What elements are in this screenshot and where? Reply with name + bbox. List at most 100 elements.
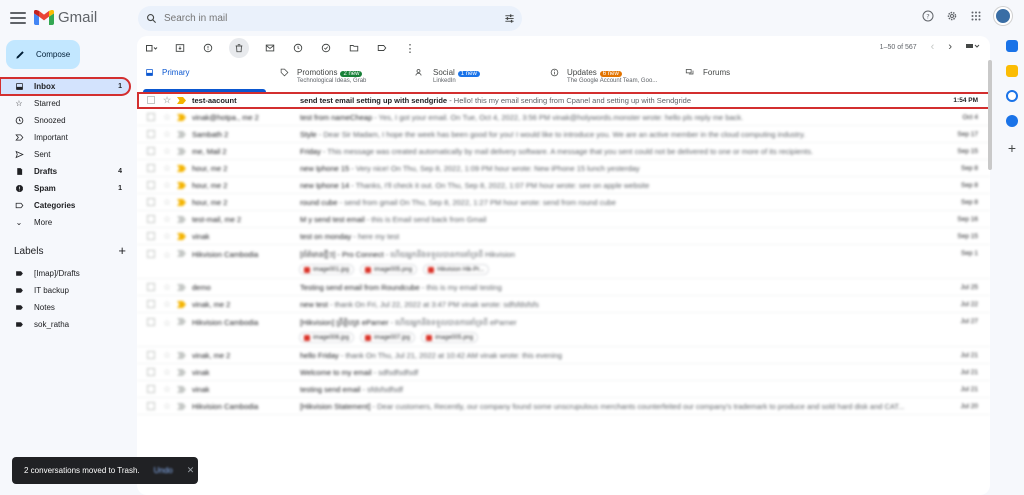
label-item[interactable]: IT backup xyxy=(0,282,130,299)
star-icon[interactable]: ☆ xyxy=(163,384,172,395)
important-marker-icon[interactable] xyxy=(177,130,186,138)
row-checkbox[interactable] xyxy=(147,181,155,189)
delete-trash-icon[interactable] xyxy=(229,38,249,58)
add-task-icon[interactable] xyxy=(319,41,333,55)
newer-page-icon[interactable]: ‹ xyxy=(931,41,935,53)
sidebar-item-sent[interactable]: Sent xyxy=(0,146,130,163)
email-row[interactable]: ☆ vinak, me 2 hello Friday - thank On Thu,… xyxy=(137,347,990,364)
email-row[interactable]: ☆ Hikvision Cambodia [ព័ត៌មានថ្មីៗ] - Pro … xyxy=(137,245,990,279)
star-icon[interactable]: ☆ xyxy=(163,299,172,310)
compose-button[interactable]: Compose xyxy=(6,40,80,69)
important-marker-icon[interactable] xyxy=(177,351,186,359)
snooze-clock-icon[interactable] xyxy=(291,41,305,55)
star-icon[interactable]: ☆ xyxy=(163,401,172,412)
attachment-chip[interactable]: image007.jpg xyxy=(360,332,416,343)
sidebar-item-spam[interactable]: Spam 1 xyxy=(0,180,130,197)
attachment-chip[interactable]: image006.jpg xyxy=(299,332,355,343)
star-icon[interactable]: ☆ xyxy=(163,129,172,140)
important-marker-icon[interactable] xyxy=(177,232,186,240)
important-marker-icon[interactable] xyxy=(177,198,186,206)
star-icon[interactable]: ☆ xyxy=(163,180,172,191)
star-icon[interactable]: ☆ xyxy=(163,146,172,157)
tab-primary[interactable]: Primary xyxy=(137,62,272,92)
input-tools-icon[interactable] xyxy=(966,42,980,52)
star-icon[interactable]: ☆ xyxy=(163,282,172,293)
more-vert-icon[interactable]: ⋮ xyxy=(403,41,417,55)
row-checkbox[interactable] xyxy=(147,368,155,376)
label-as-icon[interactable] xyxy=(375,41,389,55)
email-row[interactable]: ☆ vinak test on monday - here my test Sep 1… xyxy=(137,228,990,245)
row-checkbox[interactable] xyxy=(147,300,155,308)
row-checkbox[interactable] xyxy=(147,147,155,155)
label-item[interactable]: [Imap]/Drafts xyxy=(0,265,130,282)
attachment-chip[interactable]: image005.png xyxy=(421,332,479,343)
tab-promotions[interactable]: Promotions 2 new Technological Ideas, Grab xyxy=(272,62,407,92)
search-bar[interactable] xyxy=(138,6,522,31)
attachment-chip[interactable]: Hikvision Hik-Pr... xyxy=(423,264,490,275)
archive-icon[interactable] xyxy=(173,41,187,55)
email-row[interactable]: ☆ test-mail, me 2 M y send test email - th… xyxy=(137,211,990,228)
search-icon[interactable] xyxy=(138,13,164,24)
email-row[interactable]: ☆ Hikvision Cambodia [Hikvision Statement]… xyxy=(137,398,990,415)
important-marker-icon[interactable] xyxy=(177,300,186,308)
important-marker-icon[interactable] xyxy=(177,318,186,325)
sidebar-item-snoozed[interactable]: Snoozed xyxy=(0,112,130,129)
row-checkbox[interactable] xyxy=(147,283,155,291)
row-checkbox[interactable] xyxy=(147,113,155,121)
star-icon[interactable]: ☆ xyxy=(163,112,172,123)
important-marker-icon[interactable] xyxy=(177,250,186,257)
star-icon[interactable]: ☆ xyxy=(163,318,172,329)
main-menu-icon[interactable] xyxy=(10,10,26,26)
email-row[interactable]: ☆ hour, me 2 new Iphone 14 - Thanks, I'll … xyxy=(137,177,990,194)
report-spam-icon[interactable] xyxy=(201,41,215,55)
attachment-chip[interactable]: image005.png xyxy=(360,264,418,275)
email-row[interactable]: ☆ hour, me 2 round cube - send from gmail … xyxy=(137,194,990,211)
important-marker-icon[interactable] xyxy=(177,402,186,410)
email-row[interactable]: ☆ Sambath 2 Style - Dear Sir Madam, I hope… xyxy=(137,126,990,143)
important-marker-icon[interactable] xyxy=(177,164,186,172)
contacts-icon[interactable] xyxy=(1006,115,1018,127)
star-icon[interactable]: ☆ xyxy=(163,367,172,378)
older-page-icon[interactable]: › xyxy=(948,41,952,53)
important-marker-icon[interactable] xyxy=(177,385,186,393)
tasks-icon[interactable] xyxy=(1006,90,1018,102)
important-marker-icon[interactable] xyxy=(177,283,186,291)
tab-forums[interactable]: Forums xyxy=(677,62,812,92)
email-row[interactable]: ☆ test-aacount send test email setting up … xyxy=(137,92,990,109)
row-checkbox[interactable] xyxy=(147,318,155,326)
star-icon[interactable]: ☆ xyxy=(163,214,172,225)
close-icon[interactable]: ✕ xyxy=(187,465,195,476)
sidebar-item-important[interactable]: Important xyxy=(0,129,130,146)
attachment-chip[interactable]: image001.jpg xyxy=(299,264,355,275)
important-marker-icon[interactable] xyxy=(177,368,186,376)
email-row[interactable]: ☆ vinak@hotpa., me 2 test from nameCheap -… xyxy=(137,109,990,126)
add-addon-icon[interactable]: + xyxy=(1000,140,1024,156)
apps-grid-icon[interactable] xyxy=(970,10,982,22)
email-row[interactable]: ☆ hour, me 2 new Iphone 15 - Very nice! On… xyxy=(137,160,990,177)
undo-button[interactable]: Undo xyxy=(154,466,173,475)
star-icon[interactable]: ☆ xyxy=(163,250,172,261)
email-row[interactable]: ☆ vinak Welcome to my email - sdfsdfsdfsdf… xyxy=(137,364,990,381)
important-marker-icon[interactable] xyxy=(177,215,186,223)
star-icon[interactable]: ☆ xyxy=(163,197,172,208)
row-checkbox[interactable] xyxy=(147,385,155,393)
sidebar-item-categories[interactable]: Categories xyxy=(0,197,130,214)
row-checkbox[interactable] xyxy=(147,198,155,206)
star-icon[interactable]: ☆ xyxy=(163,231,172,242)
sidebar-item-starred[interactable]: ☆ Starred xyxy=(0,95,130,112)
email-row[interactable]: ☆ vinak testing send email - sfdsfsdfsdf Ju… xyxy=(137,381,990,398)
keep-icon[interactable] xyxy=(1006,65,1018,77)
row-checkbox[interactable] xyxy=(147,351,155,359)
row-checkbox[interactable] xyxy=(147,164,155,172)
important-marker-icon[interactable] xyxy=(177,96,186,104)
calendar-icon[interactable] xyxy=(1006,40,1018,52)
scrollbar[interactable] xyxy=(988,60,992,170)
row-checkbox[interactable] xyxy=(147,215,155,223)
important-marker-icon[interactable] xyxy=(177,181,186,189)
star-icon[interactable]: ☆ xyxy=(163,350,172,361)
email-row[interactable]: ☆ Hikvision Cambodia [Hikvision] ព្រឹត្តិប… xyxy=(137,313,990,347)
row-checkbox[interactable] xyxy=(147,402,155,410)
help-icon[interactable]: ? xyxy=(922,10,934,22)
label-item[interactable]: Notes xyxy=(0,299,130,316)
row-checkbox[interactable] xyxy=(147,232,155,240)
